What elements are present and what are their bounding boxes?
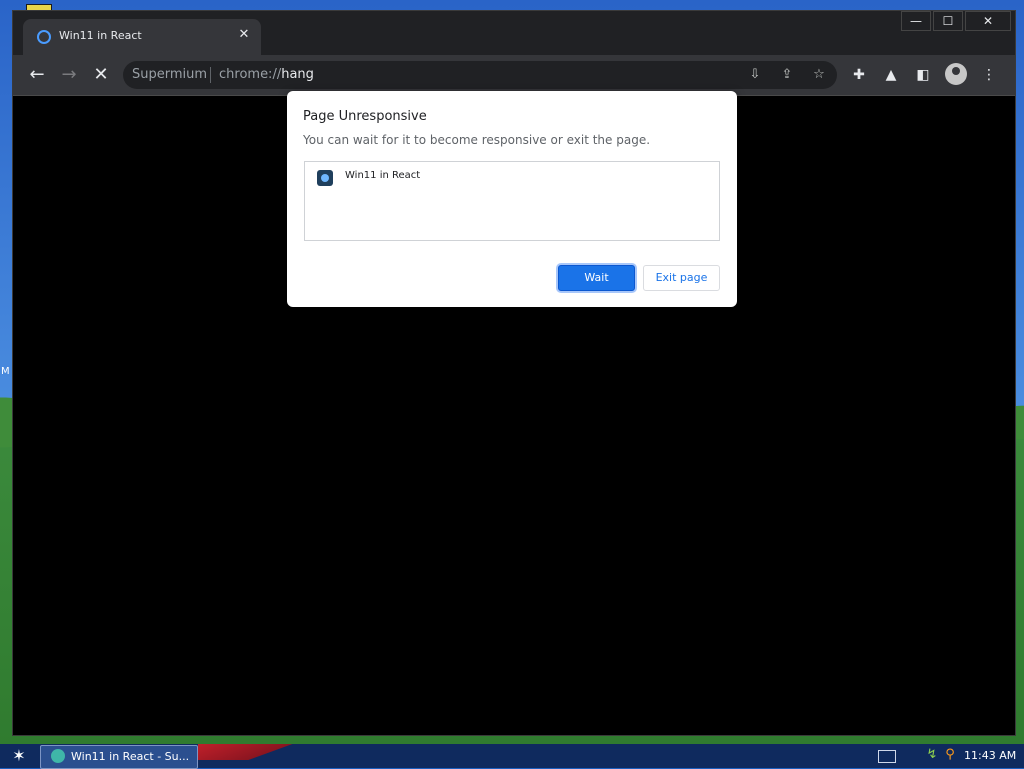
install-app-icon[interactable]: ⇩	[745, 65, 765, 85]
page-favicon-icon	[317, 170, 333, 186]
window-controls: — ☐ ✕	[901, 11, 1011, 31]
taskbar-decoration	[198, 744, 310, 760]
back-arrow-icon[interactable]: ←	[25, 63, 49, 87]
browser-toolbar: ← → ✕ Supermium chrome://hang ⇩ ⇪ ☆ ✚ ▲ …	[13, 55, 1015, 96]
window-close-button[interactable]: ✕	[965, 11, 1011, 31]
tab-win11-in-react[interactable]: Win11 in React ✕	[23, 19, 261, 55]
maximize-button[interactable]: ☐	[933, 11, 963, 31]
labs-flask-icon[interactable]: ▲	[881, 65, 901, 85]
start-star-icon[interactable]: ✶	[6, 746, 32, 766]
close-icon[interactable]: ✕	[235, 26, 253, 44]
share-icon[interactable]: ⇪	[777, 65, 797, 85]
stop-loading-icon[interactable]: ✕	[89, 63, 113, 87]
exit-page-button[interactable]: Exit page	[643, 265, 720, 291]
taskbar-item-browser[interactable]: Win11 in React - Su...	[40, 745, 198, 769]
title-bar: Win11 in React ✕ — ☐ ✕	[13, 11, 1015, 55]
address-bar[interactable]: Supermium chrome://hang ⇩ ⇪ ☆	[123, 61, 837, 89]
menu-kebab-icon[interactable]: ⋮	[979, 65, 999, 85]
extensions-puzzle-icon[interactable]: ✚	[849, 65, 869, 85]
clock[interactable]: 11:43 AM	[964, 749, 1016, 762]
tab-favicon-icon	[37, 30, 51, 44]
side-panel-icon[interactable]: ◧	[913, 65, 933, 85]
dialog-message: You can wait for it to become responsive…	[303, 133, 651, 147]
desktop-edge-label: M	[1, 366, 10, 377]
url-host: hang	[281, 67, 314, 82]
profile-avatar-icon[interactable]	[945, 63, 967, 85]
url-text[interactable]: chrome://hang	[219, 67, 314, 82]
site-chip[interactable]: Supermium	[132, 67, 207, 82]
browser-app-icon	[51, 749, 65, 763]
bookmark-star-icon[interactable]: ☆	[809, 65, 829, 85]
taskbar-item-label: Win11 in React - Su...	[71, 750, 190, 763]
omnibox-divider	[210, 67, 211, 83]
forward-arrow-icon[interactable]: →	[57, 63, 81, 87]
search-icon[interactable]: ⚲	[942, 747, 958, 763]
page-unresponsive-dialog: Page Unresponsive You can wait for it to…	[287, 91, 737, 307]
network-icon[interactable]: ↯	[924, 747, 940, 763]
dialog-title: Page Unresponsive	[303, 109, 427, 124]
list-item-label: Win11 in React	[345, 170, 421, 181]
keyboard-icon[interactable]	[878, 750, 896, 763]
wait-button[interactable]: Wait	[558, 265, 635, 291]
taskbar: ✶ Win11 in React - Su... ↯ ⚲ 11:43 AM	[0, 744, 1024, 769]
tab-title: Win11 in React	[59, 29, 142, 42]
url-scheme: chrome://	[219, 67, 282, 82]
unresponsive-pages-list: Win11 in React	[304, 161, 720, 241]
minimize-button[interactable]: —	[901, 11, 931, 31]
